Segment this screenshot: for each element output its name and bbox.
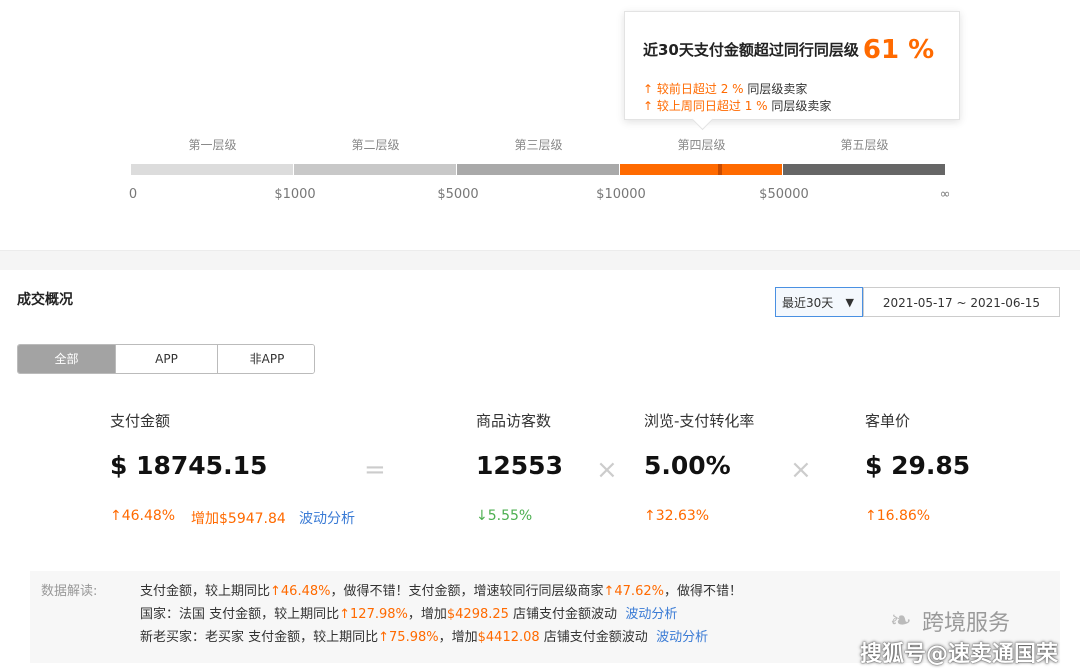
- tab-all[interactable]: 全部: [18, 345, 116, 373]
- tier-position-marker: [718, 164, 722, 175]
- interpretation-line-1: 支付金额，较上期同比↑46.48%，做得不错！支付金额，增速较同行同层级商家↑4…: [140, 580, 742, 599]
- tier-segment-5: [783, 164, 945, 175]
- tooltip-percent: 61 %: [862, 35, 935, 65]
- caret-down-icon: ▼: [845, 296, 854, 309]
- payment-analysis-link[interactable]: 波动分析: [299, 508, 355, 528]
- tooltip-title-text: 近30天支付金额超过同行同层级: [643, 41, 859, 59]
- multiply-operator-1: ×: [596, 455, 618, 485]
- metric-payment-label: 支付金额: [110, 412, 171, 430]
- metric-payment-value: $ 18745.15: [110, 451, 268, 480]
- metric-visitors-change: ↓5.55%: [476, 508, 533, 524]
- metric-avg-price-change: ↑16.86%: [865, 508, 931, 524]
- platform-tabs: 全部 APP 非APP: [17, 344, 315, 374]
- line2-text-a: 国家：法国 支付金额，较上期同比: [140, 607, 340, 622]
- metric-conversion-value: 5.00%: [644, 451, 731, 480]
- line2-value-b: ↑127.98%: [339, 607, 408, 622]
- interpretation-label: 数据解读:: [41, 584, 98, 599]
- interpretation-line-2: 国家：法国 支付金额，较上期同比↑127.98%，增加$4298.25 店铺支付…: [140, 603, 677, 622]
- line1-value-b: ↑46.48%: [270, 584, 331, 599]
- tier-tick-2: $5000: [437, 187, 479, 202]
- tooltip-line-week: ↑ 较上周同日超过 1 % 同层级卖家: [643, 97, 831, 114]
- metric-visitors-value: 12553: [476, 451, 563, 480]
- tier-tick-0: 0: [128, 187, 138, 202]
- section-title: 成交概况: [17, 292, 73, 308]
- line2-text-e: 店铺支付金额波动: [508, 607, 618, 622]
- tier-tick-1: $1000: [274, 187, 316, 202]
- line1-text-a: 支付金额，较上期同比: [140, 584, 271, 599]
- tooltip-line-day: ↑ 较前日超过 2 % 同层级卖家: [643, 80, 807, 97]
- line3-value-b: ↑75.98%: [378, 630, 439, 645]
- tier-segment-3: [457, 164, 619, 175]
- metric-payment-increase: 增加$5947.84: [191, 511, 286, 527]
- equals-operator: =: [364, 455, 386, 485]
- tier-label-3: 第三层级: [514, 138, 563, 152]
- tier-segment-1: [131, 164, 293, 175]
- tier-segment-4: [620, 164, 782, 175]
- tier-tick-3: $10000: [596, 187, 646, 202]
- tier-label-1: 第一层级: [188, 138, 237, 152]
- line3-text-c: ，增加: [438, 630, 478, 645]
- tier-segment-2: [294, 164, 456, 175]
- line2-analysis-link[interactable]: 波动分析: [625, 607, 677, 622]
- tooltip-line1-prefix: ↑ 较前日超过: [643, 82, 717, 96]
- tier-label-2: 第二层级: [351, 138, 400, 152]
- watermark-sohu: 搜狐号@速卖通国荣: [860, 642, 1059, 667]
- metric-avg-price-value: $ 29.85: [865, 451, 971, 480]
- wechat-icon: ❧: [890, 606, 912, 636]
- tooltip-line2-prefix: ↑ 较上周同日超过: [643, 99, 741, 113]
- date-range-select[interactable]: 最近30天 ▼: [775, 287, 863, 317]
- interpretation-line-3: 新老买家：老买家 支付金额，较上期同比↑75.98%，增加$4412.08 店铺…: [140, 626, 708, 645]
- multiply-operator-2: ×: [790, 455, 812, 485]
- tooltip-title: 近30天支付金额超过同行同层级 61 %: [643, 35, 934, 65]
- line3-value-d: $4412.08: [477, 630, 540, 645]
- metric-avg-price-label: 客单价: [865, 412, 911, 430]
- metric-conversion-label: 浏览-支付转化率: [644, 412, 755, 430]
- tooltip-line2-suffix: 同层级卖家: [771, 99, 832, 113]
- tier-tick-4: $50000: [759, 187, 809, 202]
- tier-label-4: 第四层级: [677, 138, 726, 152]
- tab-app[interactable]: APP: [116, 345, 218, 373]
- tooltip-line2-value: 1 %: [744, 99, 768, 113]
- watermark-account-name: 跨境服务: [922, 611, 1011, 636]
- tooltip-line1-value: 2 %: [720, 82, 744, 96]
- tooltip-line1-suffix: 同层级卖家: [747, 82, 808, 96]
- line2-value-d: $4298.25: [446, 607, 509, 622]
- range-select-label: 最近30天: [782, 296, 834, 310]
- line2-text-c: ，增加: [407, 607, 447, 622]
- line3-analysis-link[interactable]: 波动分析: [656, 630, 708, 645]
- line3-text-a: 新老买家：老买家 支付金额，较上期同比: [140, 630, 379, 645]
- date-range-picker[interactable]: 2021-05-17 ~ 2021-06-15: [863, 287, 1060, 317]
- line1-value-d: ↑47.62%: [603, 584, 664, 599]
- metric-conversion-change: ↑32.63%: [644, 508, 710, 524]
- metric-visitors-label: 商品访客数: [476, 412, 552, 430]
- line1-text-c: ，做得不错！支付金额，增速较同行同层级商家: [330, 584, 604, 599]
- line1-text-e: ，做得不错！: [663, 584, 742, 599]
- tier-tick-5: ∞: [939, 187, 951, 202]
- tab-non-app[interactable]: 非APP: [218, 345, 314, 373]
- line3-text-e: 店铺支付金额波动: [539, 630, 648, 645]
- section-divider: [0, 250, 1080, 270]
- tier-label-5: 第五层级: [840, 138, 889, 152]
- metric-payment-change: ↑46.48%: [110, 508, 176, 524]
- tier-tooltip: 近30天支付金额超过同行同层级 61 % ↑ 较前日超过 2 % 同层级卖家 ↑ …: [624, 11, 960, 131]
